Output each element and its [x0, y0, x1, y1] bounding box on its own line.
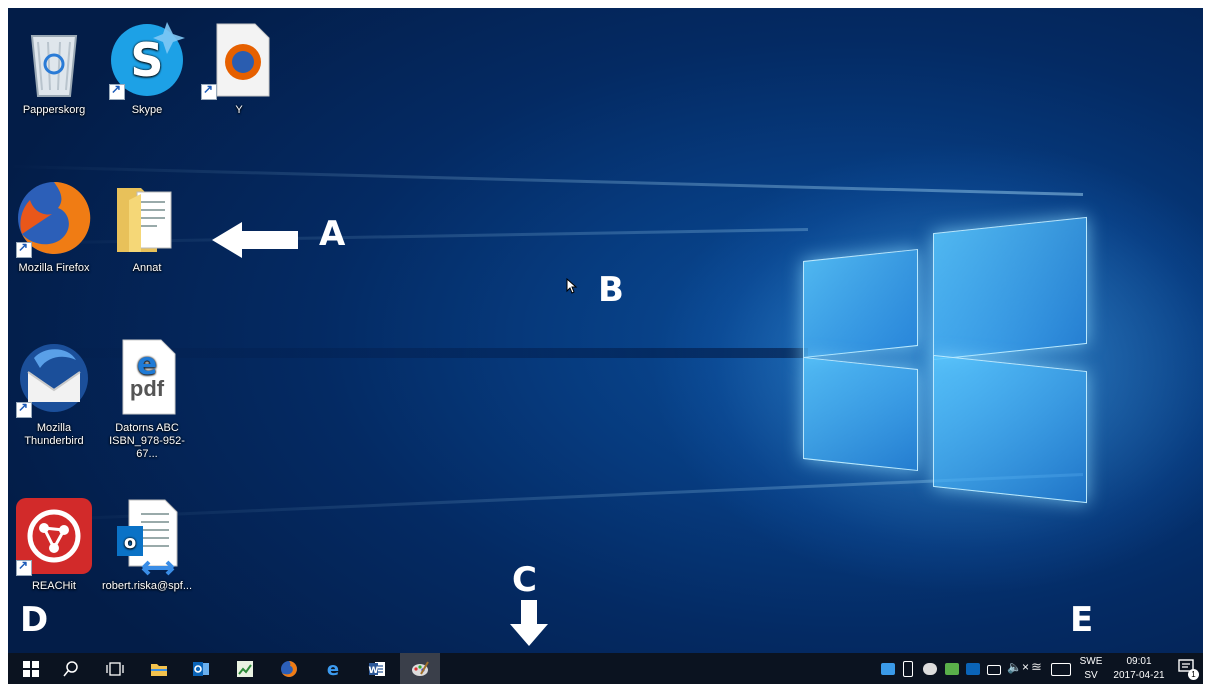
screen: Papperskorg S Skype [0, 0, 1205, 684]
marker-b: B [598, 270, 624, 310]
icon-label: Annat [132, 262, 162, 274]
windows-logo-wallpaper [803, 213, 1088, 504]
taskbar-firefox[interactable] [276, 657, 302, 681]
icon-label: Papperskorg [22, 104, 86, 116]
outlook-file[interactable]: o robert.riska@spf... [101, 496, 193, 593]
y-file-shortcut[interactable]: Y [193, 20, 285, 117]
clock-date: 2017-04-21 [1113, 670, 1165, 681]
pdf-label: pdf [129, 376, 165, 401]
logo-pane [933, 354, 1087, 504]
marker-a: A [319, 214, 346, 254]
skype-icon: S [107, 20, 187, 100]
logo-pane [803, 356, 918, 472]
desktop-background[interactable]: Papperskorg S Skype [8, 8, 1203, 653]
language-code: SWE [1079, 656, 1103, 667]
svg-text:e: e [327, 660, 339, 678]
battery-tray-icon[interactable] [987, 665, 1001, 675]
taskbar-outlook[interactable] [188, 657, 214, 681]
windows-icon [23, 661, 39, 677]
start-button[interactable] [18, 657, 44, 681]
paint-icon [412, 660, 429, 676]
skype-shortcut[interactable]: S Skype [101, 20, 193, 117]
shortcut-arrow-icon [16, 241, 32, 258]
marker-c: C [512, 560, 537, 600]
notification-count-badge: 1 [1188, 669, 1199, 680]
shortcut-arrow-icon [16, 401, 32, 418]
thunderbird-shortcut[interactable]: Mozilla Thunderbird [8, 338, 100, 448]
firefox-shortcut[interactable]: Mozilla Firefox [8, 178, 100, 275]
cloud-tray-icon[interactable] [923, 663, 937, 675]
svg-text:o: o [124, 532, 136, 553]
taskbar: e W 🔈× ≊ SWE SV 09:01 2017-04-21 1 [8, 653, 1203, 684]
down-arrow-annotation [510, 600, 548, 646]
wifi-icon[interactable]: ≊ [1031, 659, 1042, 675]
marker-e: E [1070, 600, 1094, 640]
icon-label: REACHit [31, 580, 76, 592]
icon-label: robert.riska@spf... [101, 580, 193, 592]
shortcut-arrow-icon [201, 83, 217, 100]
svg-text:W: W [369, 666, 379, 676]
icon-label: Mozilla Firefox [18, 262, 90, 274]
left-arrow-annotation [212, 222, 298, 258]
icon-label: Datorns ABC ISBN_978-952-67... [109, 422, 185, 460]
task-view-button[interactable] [102, 657, 128, 681]
edge-pdf-icon: e pdf [107, 338, 187, 418]
taskbar-edge[interactable]: e [320, 657, 346, 681]
language-sub: SV [1084, 670, 1098, 681]
action-center-button[interactable]: 1 [1178, 659, 1199, 680]
pdf-document[interactable]: e pdf Datorns ABC ISBN_978-952-67... [101, 338, 193, 461]
marker-d: D [20, 600, 49, 640]
clock[interactable]: 09:01 2017-04-21 [1108, 655, 1170, 683]
taskbar-word[interactable]: W [364, 657, 390, 681]
outlook-tray-icon[interactable] [966, 663, 980, 675]
icon-label: Mozilla Thunderbird [24, 422, 84, 447]
shortcut-arrow-icon [16, 559, 32, 576]
icon-label: Y [235, 104, 243, 116]
search-icon [63, 661, 78, 677]
folder-icon [107, 178, 187, 258]
onedrive-tray-icon[interactable] [881, 663, 895, 675]
input-language[interactable]: SWE SV [1076, 655, 1106, 683]
outlook-document-icon: o [107, 496, 187, 576]
spreadsheet-icon [237, 661, 253, 677]
keyboard-tray-icon[interactable] [1051, 663, 1071, 676]
folder-icon [151, 664, 167, 676]
trash-icon [14, 20, 94, 100]
reachit-icon [14, 496, 94, 576]
edge-icon: e [327, 660, 339, 678]
annat-folder[interactable]: Annat [101, 178, 193, 275]
thunderbird-icon [14, 338, 94, 418]
firefox-icon [281, 661, 297, 677]
mouse-cursor-icon [566, 278, 578, 294]
volume-muted-icon[interactable]: 🔈× [1007, 660, 1029, 674]
taskbar-paint[interactable] [400, 653, 440, 684]
shortcut-arrow-icon [109, 83, 125, 100]
taskbar-file-explorer[interactable] [146, 657, 172, 681]
word-icon: W [369, 662, 385, 676]
reachit-shortcut[interactable]: REACHit [8, 496, 100, 593]
clock-time: 09:01 [1126, 656, 1152, 667]
outlook-icon [193, 662, 209, 676]
app-tray-icon[interactable] [945, 663, 959, 675]
taskbar-sheet-app[interactable] [232, 657, 258, 681]
logo-pane [933, 216, 1087, 361]
task-view-icon [106, 662, 124, 676]
usb-tray-icon[interactable] [903, 661, 913, 677]
firefox-document-icon [199, 20, 279, 100]
firefox-icon [14, 178, 94, 258]
recycle-bin-icon[interactable]: Papperskorg [8, 20, 100, 117]
search-button[interactable] [58, 657, 84, 681]
logo-pane [803, 248, 918, 359]
icon-label: Skype [131, 104, 163, 116]
svg-text:S: S [130, 33, 163, 87]
